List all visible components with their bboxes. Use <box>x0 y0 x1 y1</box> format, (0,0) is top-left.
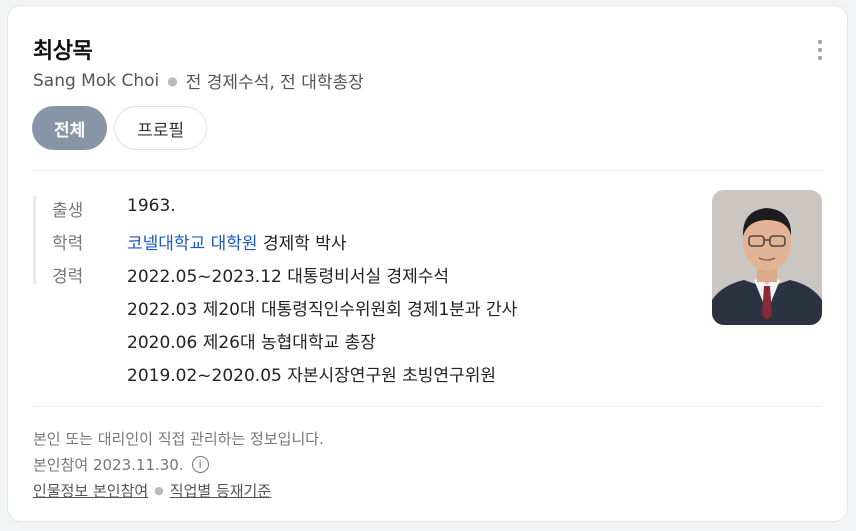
person-info-participate-link[interactable]: 인물정보 본인참여 <box>33 480 148 501</box>
birth-label: 출생 <box>52 201 84 221</box>
birth-value: 1963. <box>127 196 176 216</box>
career-list: 2022.05~2023.12 대통령비서실 경제수석 2022.03 제20대… <box>127 262 517 394</box>
profile-photo[interactable] <box>712 190 822 325</box>
person-name: 최상목 <box>33 39 93 64</box>
info-icon[interactable]: i <box>191 455 209 473</box>
person-description: 전 경제수석, 전 대학총장 <box>185 73 364 93</box>
tab-all[interactable]: 전체 <box>32 106 108 150</box>
tab-profile[interactable]: 프로필 <box>114 106 208 150</box>
birth-row: 출생 1963. <box>52 196 517 229</box>
education-school-link[interactable]: 코넬대학교 대학원 <box>127 234 258 254</box>
career-label: 경력 <box>52 267 84 287</box>
profile-card: 최상목 Sang Mok Choi ● 전 경제수석, 전 대학총장 전체 프로… <box>7 5 848 522</box>
tab-bar: 전체 프로필 <box>32 106 208 150</box>
english-name: Sang Mok Choi <box>33 70 160 91</box>
education-degree: 경제학 박사 <box>262 234 347 254</box>
footer: 본인 또는 대리인이 직접 관리하는 정보입니다. 본인참여 2023.11.3… <box>33 425 324 503</box>
footer-notice: 본인 또는 대리인이 직접 관리하는 정보입니다. <box>33 429 324 448</box>
divider <box>33 170 822 171</box>
registration-criteria-link[interactable]: 직업별 등재기준 <box>170 480 271 501</box>
more-options-icon[interactable] <box>817 40 823 60</box>
career-item: 2022.05~2023.12 대통령비서실 경제수석 <box>127 267 450 287</box>
career-item: 2019.02~2020.05 자본시장연구원 초빙연구위원 <box>127 366 496 386</box>
footer-date-row: 본인참여 2023.11.30. i <box>33 451 324 477</box>
footer-links: 인물정보 본인참여 ● 직업별 등재기준 <box>33 477 324 503</box>
footer-date: 본인참여 2023.11.30. <box>33 455 184 474</box>
portrait-image <box>712 190 822 325</box>
education-value: 코넬대학교 대학원 경제학 박사 <box>127 229 347 262</box>
career-row: 경력 2022.05~2023.12 대통령비서실 경제수석 2022.03 제… <box>52 262 517 386</box>
career-item: 2020.06 제26대 농협대학교 총장 <box>127 333 376 353</box>
career-item: 2022.03 제20대 대통령직인수위원회 경제1분과 간사 <box>127 300 518 320</box>
separator-dot: ● <box>167 73 178 88</box>
education-label: 학력 <box>52 234 84 254</box>
divider <box>33 406 822 407</box>
separator-dot: ● <box>154 483 164 497</box>
education-row: 학력 코넬대학교 대학원 경제학 박사 <box>52 229 517 262</box>
info-rows: 출생 1963. 학력 코넬대학교 대학원 경제학 박사 경력 2022.05~… <box>52 196 517 386</box>
person-subtitle: Sang Mok Choi ● 전 경제수석, 전 대학총장 <box>33 68 364 94</box>
